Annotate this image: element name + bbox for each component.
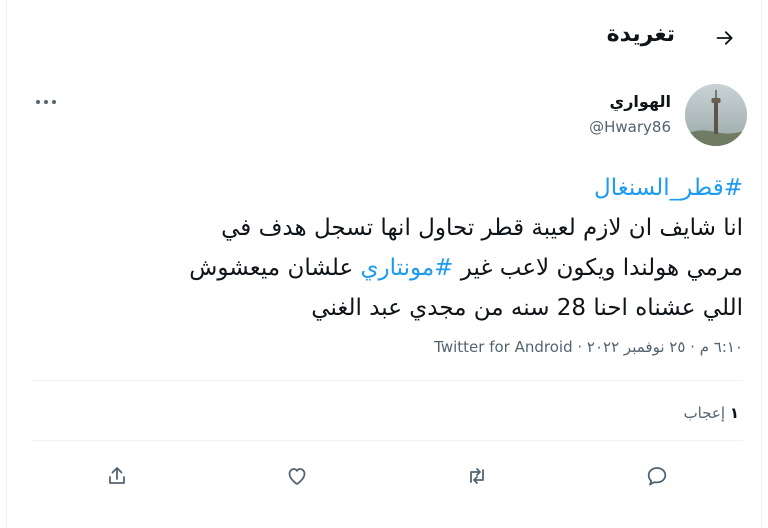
tweet-time[interactable]: ٦:١٠ م (700, 338, 743, 356)
share-icon (105, 464, 129, 488)
meta-separator: · (685, 338, 700, 356)
retweet-icon (465, 464, 489, 488)
more-dots-icon (35, 99, 57, 105)
hashtag-link[interactable]: #قطر_السنغال (594, 175, 743, 201)
tweet-client-link[interactable]: Twitter for Android (434, 338, 572, 356)
tweet-line: اللي عشناه احنا 28 سنه من مجدي عبد الغني (311, 295, 743, 321)
likes-count-link[interactable]: ١ إعجاب (684, 404, 739, 422)
hashtag-link[interactable]: #مونتاري (361, 255, 454, 281)
tweet-text: #قطر_السنغال انا شايف ان لازم لعيبة قطر … (31, 168, 743, 328)
divider (31, 440, 743, 441)
retweet-button[interactable] (459, 458, 495, 494)
tweet-meta: ٦:١٠ م · ٢٥ نوفمبر ٢٠٢٢ · Twitter for An… (434, 338, 743, 356)
share-button[interactable] (99, 458, 135, 494)
avatar[interactable] (685, 84, 747, 146)
tweet-line: علشان ميعشوش (189, 255, 361, 281)
back-button[interactable] (707, 20, 743, 56)
meta-separator: · (572, 338, 587, 356)
likes-count: ١ (729, 404, 739, 422)
comment-icon (645, 464, 669, 488)
heart-icon (285, 464, 309, 488)
reply-button[interactable] (639, 458, 675, 494)
author-handle[interactable]: @Hwary86 (589, 118, 671, 136)
page-title: تغريدة (606, 22, 675, 47)
page-header: تغريدة (7, 18, 761, 58)
arrow-right-icon (715, 28, 735, 48)
likes-label: إعجاب (683, 404, 726, 422)
author-name[interactable]: الهواري (610, 92, 671, 111)
divider (31, 380, 743, 381)
tweet-line: مرمي هولندا ويكون لاعب غير (453, 255, 743, 281)
like-button[interactable] (279, 458, 315, 494)
more-options-button[interactable] (29, 88, 63, 116)
tweet-date[interactable]: ٢٥ نوفمبر ٢٠٢٢ (587, 338, 685, 356)
tweet-detail-card: تغريدة الهواري @Hwary86 #قطر_السنغال انا… (6, 0, 762, 528)
tweet-line: انا شايف ان لازم لعيبة قطر تحاول انها تس… (221, 215, 743, 241)
tweet-actions-bar (7, 458, 761, 498)
